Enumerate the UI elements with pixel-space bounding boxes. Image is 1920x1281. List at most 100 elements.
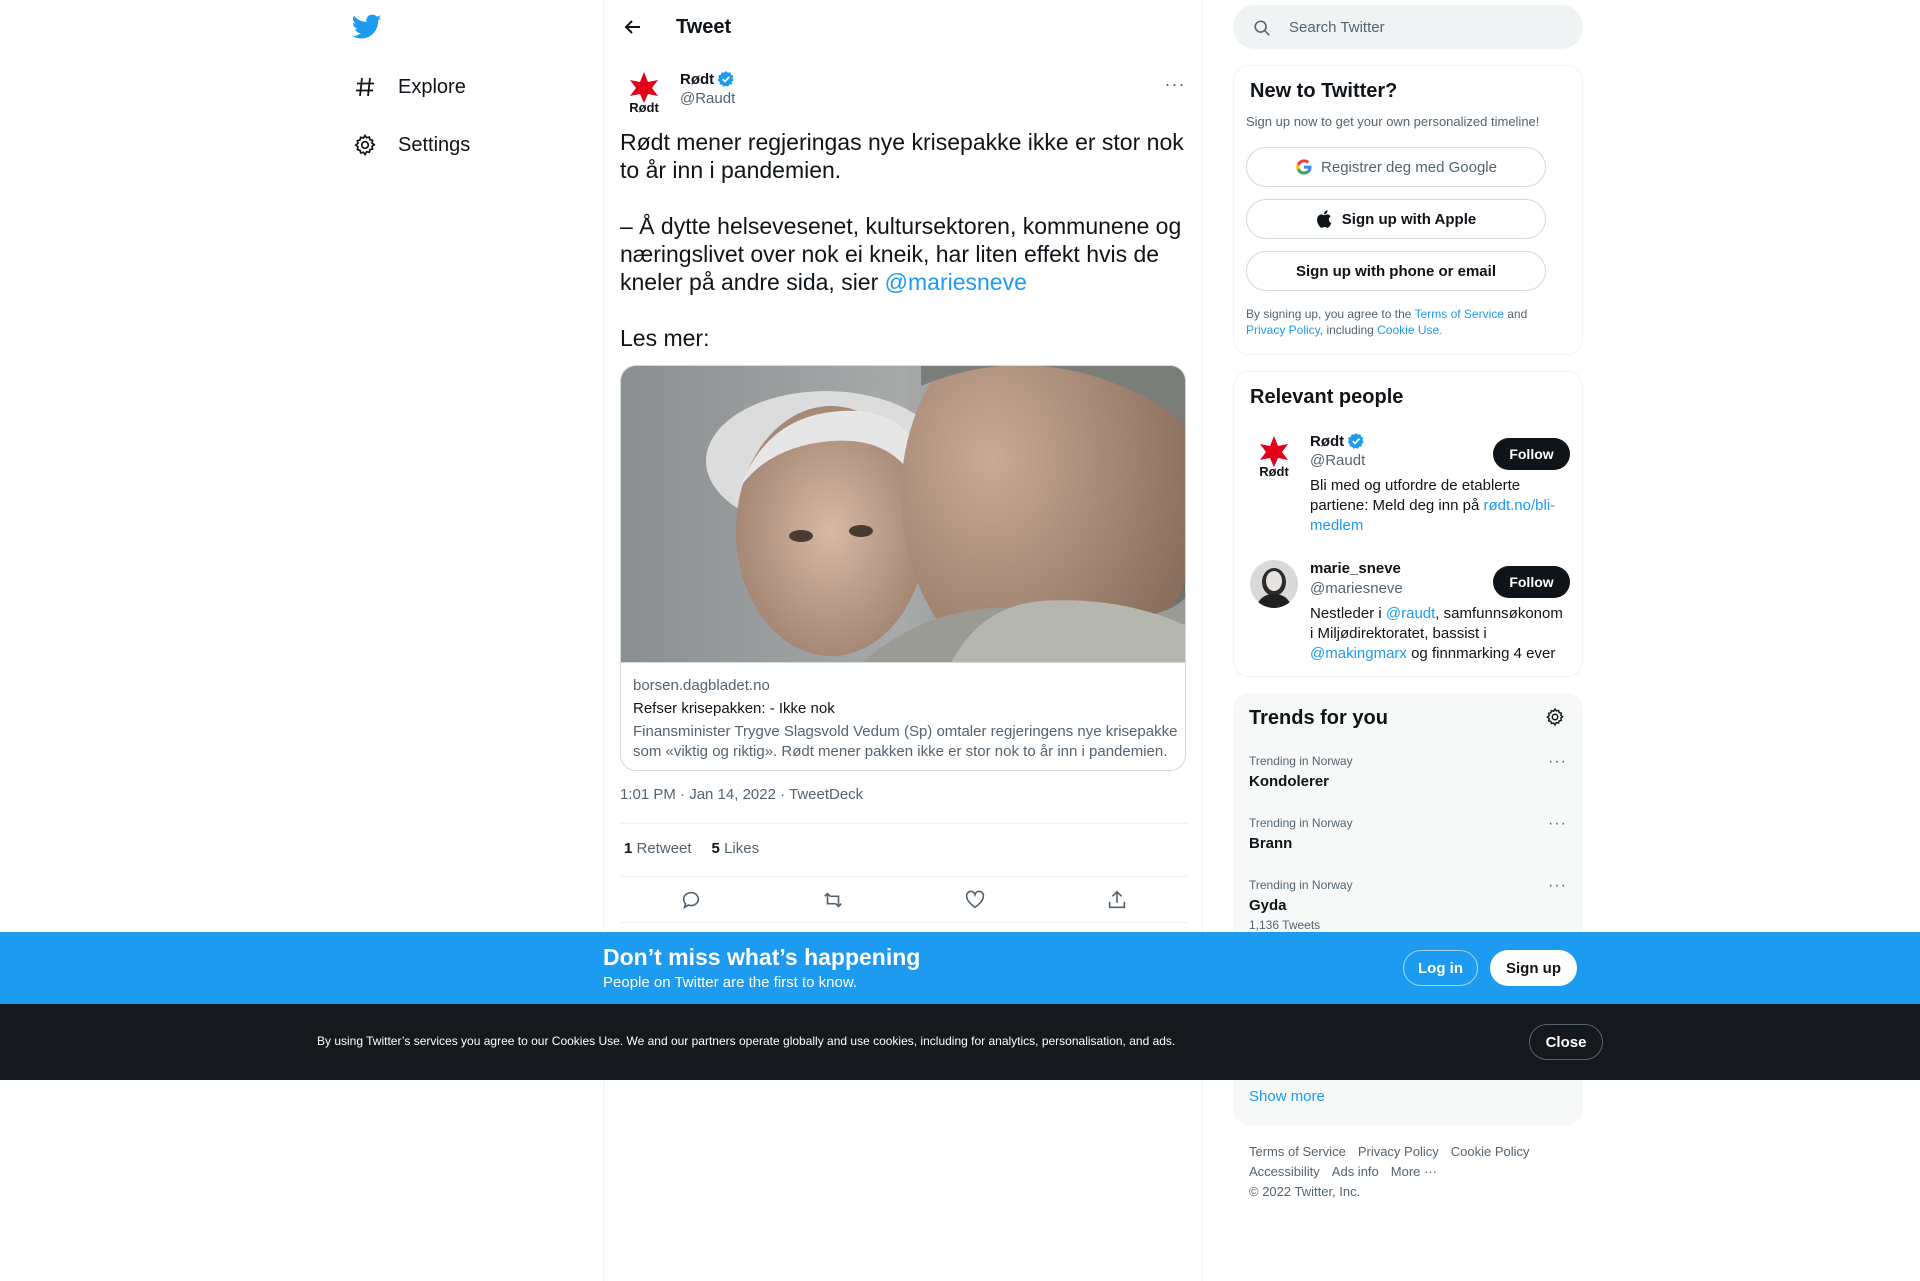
svg-text:Rødt: Rødt <box>1259 464 1289 479</box>
footer-terms-link[interactable]: Terms of Service <box>1249 1142 1346 1162</box>
author-handle[interactable]: @Raudt <box>680 90 735 107</box>
svg-text:Rødt: Rødt <box>629 100 659 115</box>
legal-and: and <box>1503 307 1528 321</box>
person-marie-sneve[interactable]: marie_sneve @mariesneve Follow Nestleder… <box>1250 560 1570 670</box>
trend-name: Brann <box>1249 835 1293 852</box>
footer-more-link[interactable]: More ··· <box>1391 1162 1437 1182</box>
google-signup-label: Registrer deg med Google <box>1321 158 1497 176</box>
verified-badge-icon <box>717 70 735 88</box>
card-image <box>621 366 1185 663</box>
person-name[interactable]: marie_sneve <box>1310 560 1401 577</box>
google-signup-button[interactable]: Registrer deg med Google <box>1246 147 1546 187</box>
trend-item[interactable]: Trending in Norway Brann ··· <box>1249 815 1567 875</box>
apple-icon <box>1316 210 1334 228</box>
search-icon <box>1253 19 1271 37</box>
signup-legal-text: By signing up, you agree to the Terms of… <box>1246 306 1566 338</box>
follow-button[interactable]: Follow <box>1493 438 1570 470</box>
close-button[interactable]: Close <box>1529 1024 1603 1060</box>
share-icon[interactable] <box>1101 884 1133 916</box>
cookie-banner-text: By using Twitter’s services you agree to… <box>317 1034 1176 1048</box>
rodt-avatar[interactable]: Rødt <box>620 68 668 116</box>
tweet-text: Rødt mener regjeringas nye krisepakke ik… <box>620 128 1190 352</box>
trend-name: Kondolerer <box>1249 773 1330 790</box>
reply-icon[interactable] <box>675 884 707 916</box>
signup-banner: Don’t miss what’s happening People on Tw… <box>0 932 1920 1004</box>
more-options-icon[interactable]: ··· <box>1548 753 1567 771</box>
more-options-icon[interactable]: ··· <box>1162 74 1188 94</box>
trends-title: Trends for you <box>1249 707 1388 729</box>
footer-copyright: © 2022 Twitter, Inc. <box>1249 1184 1361 1199</box>
cookie-use-link[interactable]: Cookie Use. <box>1377 323 1442 337</box>
trend-name: Gyda <box>1249 897 1287 914</box>
like-count[interactable]: 5 Likes <box>712 840 760 857</box>
footer-privacy-link[interactable]: Privacy Policy <box>1358 1142 1439 1162</box>
apple-signup-button[interactable]: Sign up with Apple <box>1246 199 1546 239</box>
back-arrow-icon[interactable] <box>620 14 646 40</box>
person-handle[interactable]: @Raudt <box>1310 452 1365 469</box>
bio-link[interactable]: @raudt <box>1386 605 1435 622</box>
tweet-timestamp[interactable]: 1:01 PM · Jan 14, 2022 · TweetDeck <box>620 786 863 803</box>
like-count-number: 5 <box>711 840 720 857</box>
more-options-icon[interactable]: ··· <box>1548 815 1567 833</box>
cookie-banner: By using Twitter’s services you agree to… <box>0 1004 1920 1080</box>
signup-banner-title: Don’t miss what’s happening <box>603 944 921 970</box>
signup-button[interactable]: Sign up <box>1490 950 1577 986</box>
trend-context: Trending in Norway <box>1249 878 1353 892</box>
retweet-count[interactable]: 1 Retweet <box>624 840 692 857</box>
card-description: Finansminister Trygve Slagsvold Vedum (S… <box>633 723 1178 760</box>
search-box[interactable] <box>1233 5 1583 49</box>
terms-link[interactable]: Terms of Service <box>1415 307 1504 321</box>
verified-badge-icon <box>1347 432 1365 450</box>
apple-signup-label: Sign up with Apple <box>1341 210 1477 228</box>
user-avatar[interactable] <box>1250 560 1298 608</box>
relevant-people-title: Relevant people <box>1250 386 1404 408</box>
nav-explore[interactable]: Explore <box>352 62 466 112</box>
person-name[interactable]: Rødt <box>1310 432 1365 450</box>
follow-button[interactable]: Follow <box>1493 566 1570 598</box>
link-card[interactable]: borsen.dagbladet.no Refser krisepakken: … <box>620 365 1186 771</box>
hashtag-icon <box>352 74 378 100</box>
legal-including: , including <box>1319 323 1378 337</box>
retweet-icon[interactable] <box>817 884 849 916</box>
page-title: Tweet <box>676 16 732 38</box>
divider <box>620 922 1188 923</box>
tweet-actions <box>620 884 1188 916</box>
new-to-twitter-subtitle: Sign up now to get your own personalized… <box>1246 114 1540 129</box>
nav-settings-label: Settings <box>398 133 471 156</box>
footer-ads-info-link[interactable]: Ads info <box>1332 1162 1379 1182</box>
search-input[interactable] <box>1289 15 1569 39</box>
show-more-link[interactable]: Show more <box>1249 1088 1325 1105</box>
footer-links: Terms of Service Privacy Policy Cookie P… <box>1249 1142 1579 1202</box>
footer-cookie-link[interactable]: Cookie Policy <box>1451 1142 1530 1162</box>
phone-signup-button[interactable]: Sign up with phone or email <box>1246 251 1546 291</box>
privacy-link[interactable]: Privacy Policy <box>1246 323 1320 337</box>
trend-item[interactable]: Trending in Norway Gyda 1,136 Tweets ··· <box>1249 877 1567 937</box>
trend-item[interactable]: Trending in Norway Kondolerer ··· <box>1249 753 1567 813</box>
retweet-count-label: Retweet <box>636 840 692 857</box>
nav-settings[interactable]: Settings <box>352 120 470 170</box>
bio-link[interactable]: @makingmarx <box>1310 645 1407 662</box>
twitter-logo-icon[interactable] <box>351 14 382 40</box>
person-bio: Bli med og utfordre de etablerte partien… <box>1310 476 1566 536</box>
divider <box>620 823 1188 824</box>
login-button[interactable]: Log in <box>1403 950 1478 986</box>
trend-count: 1,136 Tweets <box>1249 918 1321 932</box>
person-rodt[interactable]: Rødt Rødt @Raudt Follow Bli med og utfor… <box>1250 432 1570 542</box>
signup-banner-subtitle: People on Twitter are the first to know. <box>603 974 858 991</box>
gear-icon[interactable] <box>1545 707 1567 729</box>
phone-signup-label: Sign up with phone or email <box>1295 262 1496 280</box>
bio-text: Nestleder i <box>1310 605 1386 622</box>
more-options-icon[interactable]: ··· <box>1548 877 1567 895</box>
divider <box>620 876 1188 877</box>
tweet-column: Tweet Rødt Rødt @Raudt ··· Rødt mener re… <box>603 0 1203 1281</box>
tweet-stats: 1 Retweet 5 Likes <box>624 840 759 857</box>
rodt-avatar[interactable]: Rødt <box>1250 432 1298 480</box>
mention-link[interactable]: @mariesneve <box>885 269 1027 295</box>
trend-context: Trending in Norway <box>1249 816 1353 830</box>
footer-accessibility-link[interactable]: Accessibility <box>1249 1162 1320 1182</box>
like-icon[interactable] <box>959 884 991 916</box>
card-domain: borsen.dagbladet.no <box>633 677 770 694</box>
author-name[interactable]: Rødt <box>680 70 735 88</box>
nav-explore-label: Explore <box>398 75 466 98</box>
person-handle[interactable]: @mariesneve <box>1310 580 1403 597</box>
